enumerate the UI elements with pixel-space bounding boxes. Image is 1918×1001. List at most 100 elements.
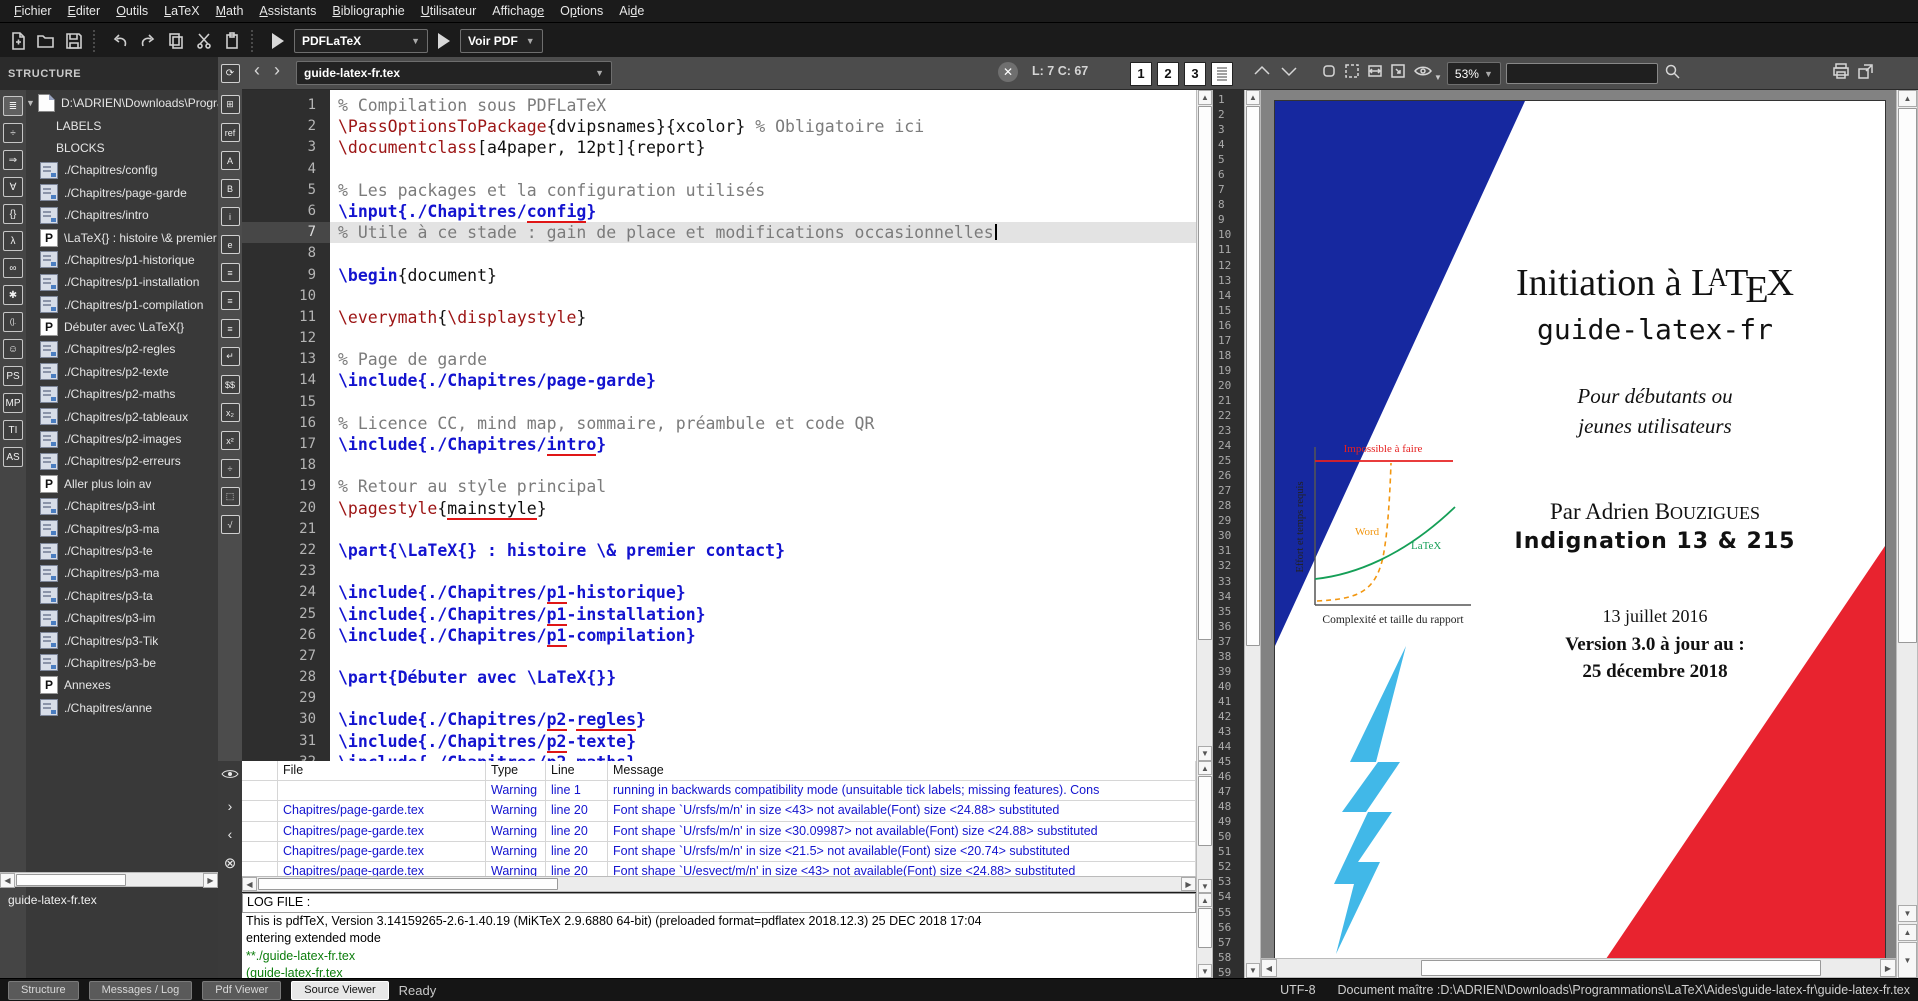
tree-item[interactable]: ▼D:\ADRIEN\Downloads\Programmations\LaTe… <box>26 92 218 114</box>
tree-item[interactable]: ./Chapitres/p2-erreurs <box>26 450 218 472</box>
code-line[interactable]: \include{./Chapitres/p2-texte} <box>330 731 1196 752</box>
previous-page-icon[interactable] <box>1251 62 1273 85</box>
italic-icon[interactable]: i <box>221 207 240 226</box>
code-line[interactable]: \include{./Chapitres/p2-regles} <box>330 709 1196 730</box>
pdf-vscrollbar[interactable]: ▲ ▼ ▲ ▼ <box>1896 90 1918 978</box>
code-line[interactable]: % Utile à ce stade : gain de place et mo… <box>330 222 1196 243</box>
tree-item[interactable]: ./Chapitres/p3-te <box>26 540 218 562</box>
print-icon[interactable] <box>1831 61 1851 86</box>
code-line[interactable]: \include{./Chapitres/page-garde} <box>330 370 1196 391</box>
tree-item[interactable]: ./Chapitres/p3-ma <box>26 517 218 539</box>
tree-item[interactable]: ./Chapitres/p3-be <box>26 652 218 674</box>
dfrac-icon[interactable]: ⬚ <box>221 487 240 506</box>
message-row[interactable]: Warningline 1running in backwards compat… <box>242 781 1196 801</box>
menu-fichier[interactable]: Fichier <box>6 2 60 20</box>
code-line[interactable]: \pagestyle{mainstyle} <box>330 498 1196 519</box>
view-command-select[interactable]: Voir PDF▼ <box>460 29 543 53</box>
tree-item[interactable]: ./Chapitres/p2-texte <box>26 361 218 383</box>
metapost-tab[interactable]: MP <box>3 393 23 413</box>
log-vscrollbar[interactable]: ▲ ▼ <box>1196 893 1213 978</box>
continuous-view-icon[interactable] <box>1211 62 1233 86</box>
itemize-icon[interactable]: ≡ <box>221 263 240 282</box>
menu-options[interactable]: Options <box>552 2 611 20</box>
page-3-button[interactable]: 3 <box>1184 62 1206 86</box>
messages-vscrollbar[interactable]: ▲ ▼ <box>1196 761 1213 893</box>
tree-item[interactable]: ./Chapitres/anne <box>26 697 218 719</box>
code-line[interactable] <box>330 286 1196 307</box>
tree-item[interactable]: ./Chapitres/p2-regles <box>26 338 218 360</box>
emph-icon[interactable]: e <box>221 235 240 254</box>
next-document-icon[interactable]: › <box>270 61 284 79</box>
tree-item[interactable]: ./Chapitres/intro <box>26 204 218 226</box>
delimiters-tab[interactable]: {} <box>3 204 23 224</box>
misc-math-tab[interactable]: ∀ <box>3 177 23 197</box>
misc-text-tab[interactable]: ☺ <box>3 339 23 359</box>
open-document-select[interactable]: guide-latex-fr.tex▼ <box>296 61 612 85</box>
code-line[interactable] <box>330 243 1196 264</box>
copy-icon[interactable] <box>164 29 188 53</box>
next-page-icon[interactable] <box>1278 62 1300 85</box>
menu-bibliographie[interactable]: Bibliographie <box>324 2 412 20</box>
tikz-tab[interactable]: TI <box>3 420 23 440</box>
menu-math[interactable]: Math <box>208 2 252 20</box>
menu-affichage[interactable]: Affichage <box>484 2 552 20</box>
paste-icon[interactable] <box>220 29 244 53</box>
code-line[interactable]: \include{./Chapitres/p1-compilation} <box>330 625 1196 646</box>
menu-utilisateur[interactable]: Utilisateur <box>413 2 485 20</box>
tree-item[interactable]: ./Chapitres/p2-maths <box>26 383 218 405</box>
message-row[interactable]: Chapitres/page-garde.texWarningline 20Fo… <box>242 801 1196 821</box>
code-line[interactable]: % Les packages et la configuration utili… <box>330 180 1196 201</box>
redo-icon[interactable] <box>136 29 160 53</box>
messages-table[interactable]: FileTypeLineMessageWarningline 1running … <box>242 761 1196 876</box>
code-line[interactable]: \include{./Chapitres/p2-maths} <box>330 752 1196 761</box>
tree-item[interactable]: P\LaTeX{} : histoire \& premier contact <box>26 226 218 248</box>
bold-icon[interactable]: B <box>221 179 240 198</box>
menu-latex[interactable]: LaTeX <box>156 2 207 20</box>
messages-hscrollbar[interactable]: ◀ ▶ <box>242 876 1196 892</box>
search-icon[interactable] <box>1663 62 1681 85</box>
frac-icon[interactable]: ÷ <box>221 459 240 478</box>
menu-editer[interactable]: Editer <box>60 2 109 20</box>
tree-item[interactable]: ./Chapitres/p3-ma <box>26 562 218 584</box>
save-icon[interactable] <box>62 29 86 53</box>
code-line[interactable]: % Licence CC, mind map, sommaire, préamb… <box>330 413 1196 434</box>
code-line[interactable] <box>330 519 1196 540</box>
open-folder-icon[interactable] <box>34 29 58 53</box>
run-icon[interactable] <box>266 29 290 53</box>
zoom-level-select[interactable]: 53%▼ <box>1447 62 1501 85</box>
code-editor[interactable]: % Compilation sous PDFLaTeX\PassOptionsT… <box>330 90 1196 761</box>
arrows-tab[interactable]: ⇒ <box>3 150 23 170</box>
code-line[interactable] <box>330 159 1196 180</box>
message-row[interactable]: Chapitres/page-garde.texWarningline 20Fo… <box>242 862 1196 876</box>
code-line[interactable] <box>330 688 1196 709</box>
status-button-structure[interactable]: Structure <box>8 981 79 1000</box>
pstricks-tab[interactable]: PS <box>3 366 23 386</box>
tree-item[interactable]: ./Chapitres/p1-compilation <box>26 294 218 316</box>
stop-process-icon[interactable]: ⊗ <box>224 854 237 872</box>
log-output[interactable]: LOG FILE :This is pdfTeX, Version 3.1415… <box>242 893 1196 978</box>
label-ref-icon[interactable]: ref <box>221 123 240 142</box>
cut-icon[interactable] <box>192 29 216 53</box>
enumerate-icon[interactable]: ≡ <box>221 291 240 310</box>
code-line[interactable] <box>330 392 1196 413</box>
pdf-viewer[interactable]: Initiation à LATEX guide-latex-fr Pour d… <box>1261 90 1896 958</box>
message-row[interactable]: Chapitres/page-garde.texWarningline 20Fo… <box>242 842 1196 862</box>
tree-item[interactable]: BLOCKS <box>26 137 218 159</box>
code-line[interactable]: \include{./Chapitres/p1-historique} <box>330 582 1196 603</box>
zoom-area-icon[interactable] <box>1389 62 1407 85</box>
refresh-icon[interactable]: ⟳ <box>221 64 240 83</box>
code-line[interactable]: \everymath{\displaystyle} <box>330 307 1196 328</box>
watch-file-eye-icon[interactable] <box>221 767 239 786</box>
code-line[interactable] <box>330 561 1196 582</box>
brackets-tab[interactable]: (]. <box>3 312 23 332</box>
structure-tab[interactable]: ≣ <box>3 96 23 116</box>
prev-document-icon[interactable]: ‹ <box>250 61 264 79</box>
tree-item[interactable]: ./Chapitres/p3-im <box>26 607 218 629</box>
pdf-hscrollbar[interactable]: ◀ ▶ <box>1261 958 1896 978</box>
subscript-icon[interactable]: x₂ <box>221 403 240 422</box>
newline-icon[interactable]: ↵ <box>221 347 240 366</box>
menu-aide[interactable]: Aide <box>611 2 652 20</box>
font-icon[interactable]: A <box>221 151 240 170</box>
code-line[interactable]: \PassOptionsToPackage{dvipsnames}{xcolor… <box>330 116 1196 137</box>
next-error-icon[interactable]: › <box>228 798 233 814</box>
